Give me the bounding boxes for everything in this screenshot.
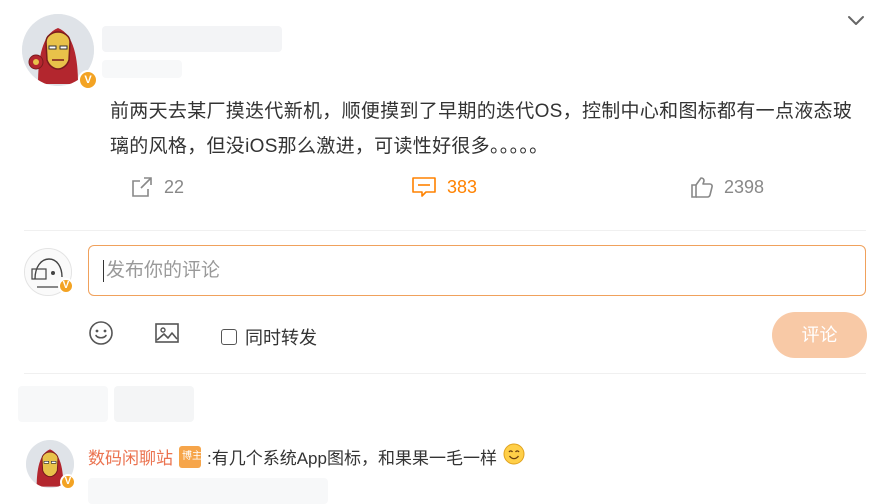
repost-checkbox-label: 同时转发 [245, 328, 317, 348]
text-caret [103, 259, 104, 282]
blurred-content [88, 478, 328, 504]
reply-author-name[interactable]: 数码闲聊站 [88, 444, 173, 469]
like-button[interactable]: 2398 [690, 175, 764, 199]
comment-input-placeholder: 发布你的评论 [106, 260, 221, 281]
author-name-blurred [102, 26, 282, 52]
verified-badge-icon: V [58, 278, 74, 294]
comment-input[interactable]: 发布你的评论 [88, 245, 866, 296]
blurred-content [114, 386, 194, 422]
comment-icon [411, 175, 437, 199]
current-user-avatar: V [24, 248, 76, 300]
verified-badge-icon: V [78, 70, 98, 90]
divider [24, 373, 866, 374]
reply-avatar[interactable]: V [26, 440, 78, 492]
post-meta-blurred [102, 60, 182, 78]
repost-button[interactable]: 22 [130, 175, 184, 199]
divider [24, 230, 866, 231]
comment-count: 383 [447, 176, 478, 197]
smiley-icon [88, 320, 114, 351]
comment-button[interactable]: 383 [411, 175, 477, 199]
post-text: 前两天去某厂摸迭代新机，顺便摸到了早期的迭代OS，控制中心和图标都有一点液态玻璃… [110, 101, 853, 157]
reply-text: :有几个系统App图标，和果果一毛一样 [207, 449, 497, 468]
like-count: 2398 [724, 176, 765, 197]
image-icon [154, 320, 180, 351]
post-author-avatar[interactable]: V [22, 14, 98, 90]
share-icon [130, 175, 154, 199]
repost-checkbox[interactable] [221, 329, 237, 345]
thumbs-up-icon [690, 175, 714, 199]
verified-badge-icon: V [60, 474, 76, 490]
blurred-content [18, 386, 108, 422]
repost-count: 22 [164, 176, 185, 197]
smile-emoji-icon [503, 443, 525, 470]
repost-checkbox-group[interactable]: 同时转发 [221, 324, 317, 350]
reply-line: 数码闲聊站 博主 :有几个系统App图标，和果果一毛一样 [88, 443, 525, 470]
submit-comment-button[interactable]: 评论 [772, 312, 867, 358]
blogger-badge: 博主 [179, 445, 202, 468]
image-button[interactable] [153, 321, 181, 349]
emoji-button[interactable] [87, 320, 115, 351]
chevron-down-icon[interactable] [845, 10, 867, 32]
